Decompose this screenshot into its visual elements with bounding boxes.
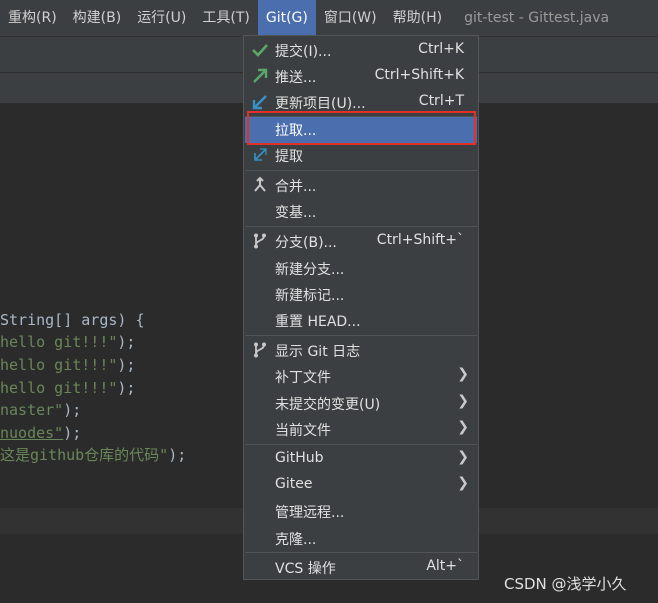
code-line-2: hello git!!!"); [0,333,136,351]
menu-item-commit[interactable]: 提交(I)... Ctrl+K [245,38,477,64]
menu-run[interactable]: 运行(U) [129,0,194,36]
menu-window[interactable]: 窗口(W) [316,0,385,36]
menu-separator [245,226,477,227]
branch-icon [254,233,266,249]
code-line-4: hello git!!!"); [0,379,136,397]
menu-item-patch-file[interactable]: 补丁文件 ❯ [245,364,477,390]
code-line-5: naster"); [0,401,82,419]
code-line-6: nuodes"); [0,424,82,442]
menu-item-branches[interactable]: 分支(B)... Ctrl+Shift+` [245,229,477,255]
menu-separator [245,335,477,336]
fetch-arrow-icon [254,148,267,161]
code-line-7: 这是github仓库的代码"); [0,446,187,464]
chevron-right-icon: ❯ [457,419,469,435]
menu-item-push[interactable]: 推送... Ctrl+Shift+K [245,64,477,90]
menu-refactor[interactable]: 重构(R) [0,0,65,36]
log-icon [254,342,266,358]
update-arrow-icon [252,95,267,110]
watermark: CSDN @浅学小久 [504,575,627,593]
menu-item-show-log[interactable]: 显示 Git 日志 [245,338,477,364]
menu-item-github[interactable]: GitHub ❯ [245,447,477,473]
chevron-right-icon: ❯ [457,366,469,382]
highlight-box [247,111,476,145]
menu-item-manage-remotes[interactable]: 管理远程... [245,499,477,525]
menu-item-reset-head[interactable]: 重置 HEAD... [245,308,477,334]
menu-separator [245,444,477,445]
menu-item-new-branch[interactable]: 新建分支... [245,256,477,282]
push-arrow-icon [253,68,268,83]
menu-item-current-file[interactable]: 当前文件 ❯ [245,417,477,443]
code-line-1: String[] args) { [0,311,145,329]
chevron-right-icon: ❯ [457,449,469,465]
menu-item-uncommitted-changes[interactable]: 未提交的变更(U) ❯ [245,391,477,417]
chevron-right-icon: ❯ [457,475,469,491]
merge-icon [254,176,266,192]
menu-tools[interactable]: 工具(T) [194,0,257,36]
menu-separator [245,552,477,553]
menu-bar: 重构(R) 构建(B) 运行(U) 工具(T) Git(G) 窗口(W) 帮助(… [0,0,658,36]
check-icon [252,44,268,57]
menu-item-merge[interactable]: 合并... [245,173,477,199]
chevron-right-icon: ❯ [457,393,469,409]
menu-item-new-tag[interactable]: 新建标记... [245,282,477,308]
code-line-3: hello git!!!"); [0,356,136,374]
menu-item-gitee[interactable]: Gitee ❯ [245,473,477,499]
menu-help[interactable]: 帮助(H) [385,0,450,36]
menu-separator [245,170,477,171]
menu-item-clone[interactable]: 克隆... [245,526,477,552]
menu-item-vcs-operations[interactable]: VCS 操作 Alt+` [245,555,477,581]
menu-build[interactable]: 构建(B) [65,0,130,36]
menu-item-rebase[interactable]: 变基... [245,199,477,225]
menu-git[interactable]: Git(G) [257,0,316,36]
menu-item-fetch[interactable]: 提取 [245,143,477,169]
window-title: git-test - Gittest.java [464,10,610,26]
